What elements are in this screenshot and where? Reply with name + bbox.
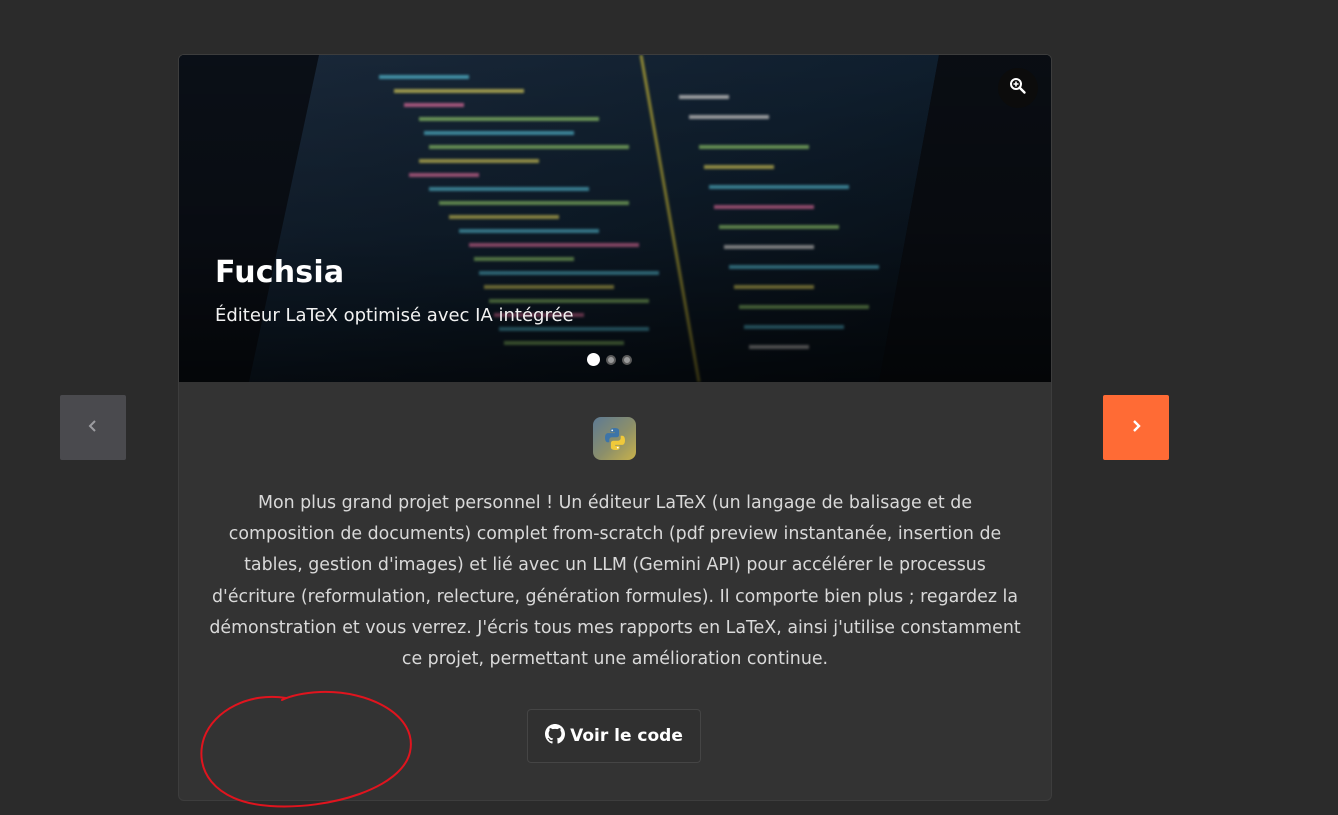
project-card: Fuchsia Éditeur LaTeX optimisé avec IA i… — [178, 54, 1052, 801]
zoom-in-icon — [1009, 77, 1027, 99]
chevron-right-icon — [1129, 418, 1143, 437]
carousel-next-button[interactable] — [1103, 395, 1169, 460]
carousel-prev-button[interactable] — [60, 395, 126, 460]
carousel-dot-3[interactable] — [622, 354, 632, 365]
carousel-dot-2[interactable] — [606, 354, 616, 365]
python-icon — [593, 417, 636, 460]
view-code-button[interactable]: Voir le code — [527, 709, 701, 763]
carousel-indicators — [587, 353, 632, 366]
github-icon — [545, 723, 566, 749]
chevron-left-icon — [86, 418, 100, 437]
view-code-label: Voir le code — [570, 726, 683, 746]
project-hero-image: Fuchsia Éditeur LaTeX optimisé avec IA i… — [179, 55, 1051, 382]
project-subtitle: Éditeur LaTeX optimisé avec IA intégrée — [215, 305, 574, 326]
page: Fuchsia Éditeur LaTeX optimisé avec IA i… — [0, 0, 1338, 815]
project-description: Mon plus grand projet personnel ! Un édi… — [209, 493, 1021, 670]
carousel-dot-1[interactable] — [587, 353, 600, 366]
hero-overlay — [179, 55, 1051, 382]
zoom-button[interactable] — [998, 68, 1038, 108]
project-body: Mon plus grand projet personnel ! Un édi… — [179, 382, 1051, 800]
project-title: Fuchsia — [215, 255, 345, 290]
